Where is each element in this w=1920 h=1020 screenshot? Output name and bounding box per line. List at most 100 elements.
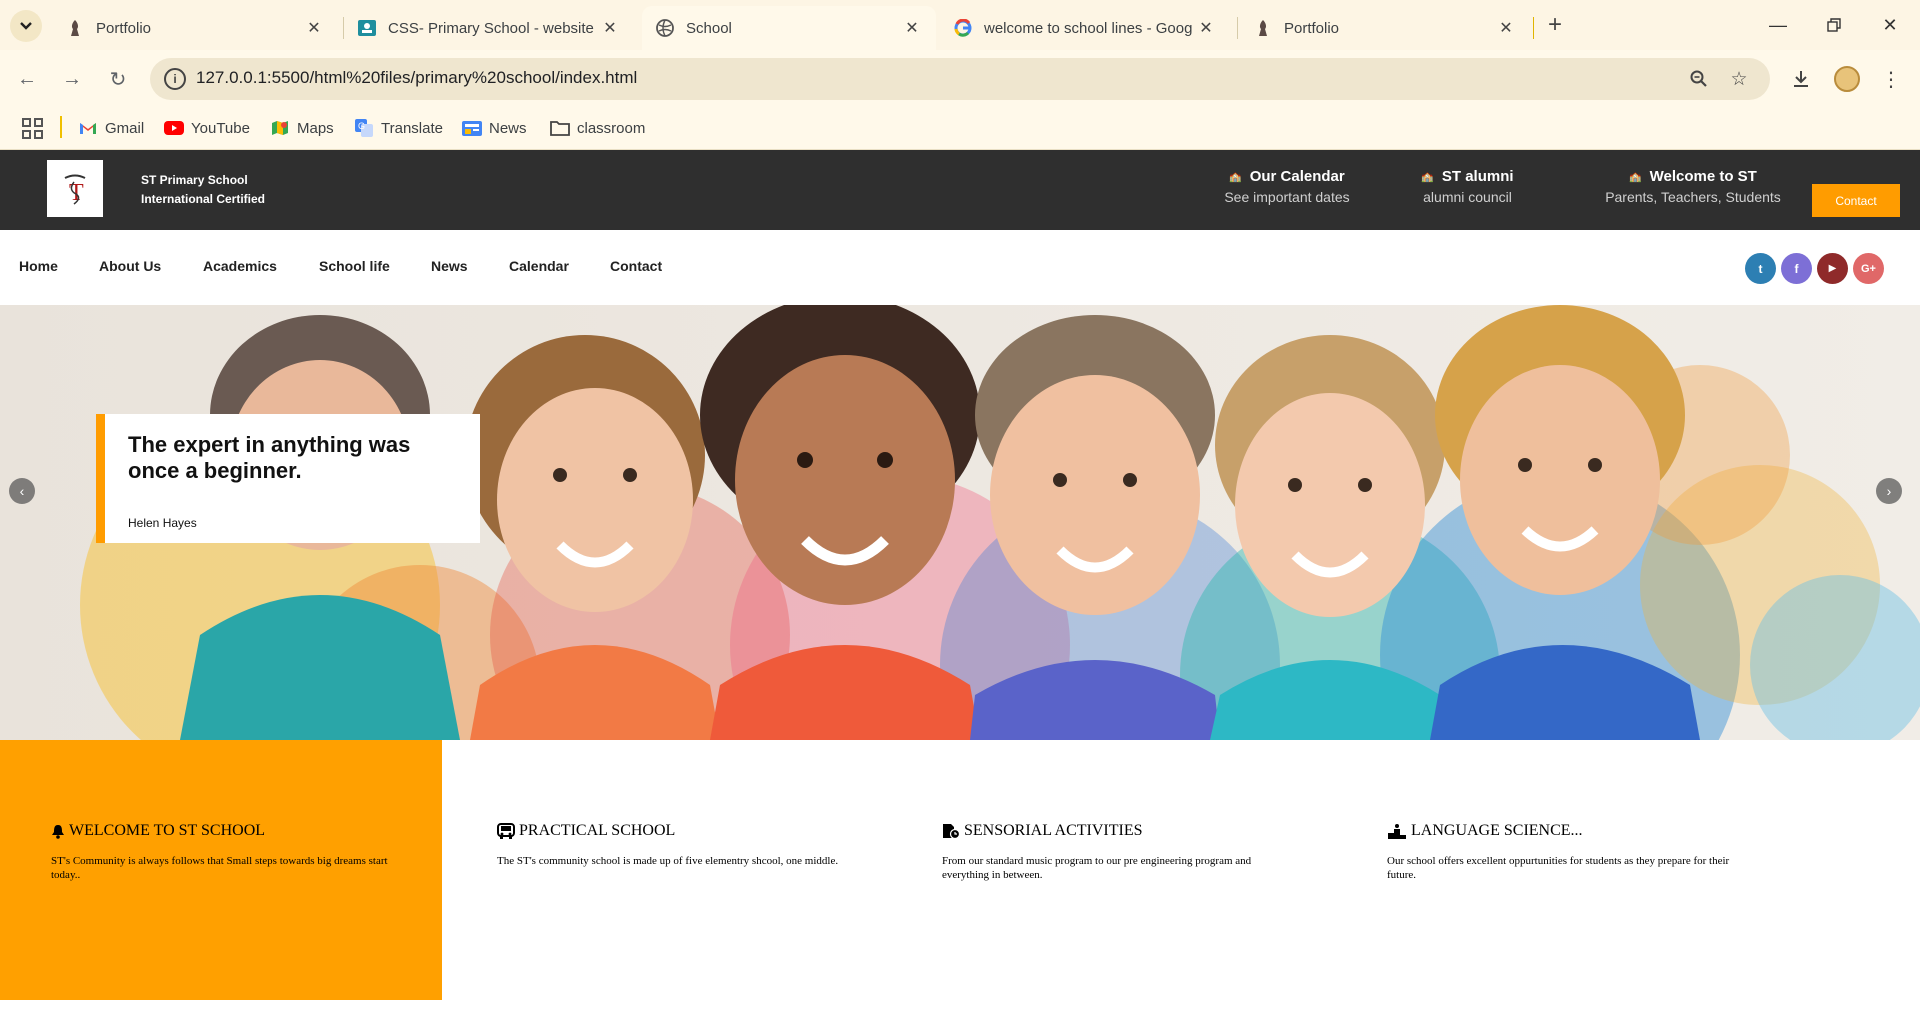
school-name: ST Primary School <box>141 173 248 187</box>
feature-welcome: WELCOME TO ST SCHOOL ST's Community is a… <box>51 822 411 882</box>
url-text[interactable]: 127.0.0.1:5500/html%20files/primary%20sc… <box>196 68 637 88</box>
feature-title: LANGUAGE SCIENCE... <box>1411 822 1583 839</box>
nav-contact[interactable]: Contact <box>610 258 662 274</box>
bookmark-gmail[interactable]: Gmail <box>78 116 144 140</box>
close-icon[interactable]: ✕ <box>304 18 324 38</box>
tab-title: welcome to school lines - Goog <box>984 19 1193 37</box>
bell-icon <box>51 824 65 839</box>
bookmark-label: Translate <box>381 119 443 137</box>
bookmark-maps[interactable]: Maps <box>270 116 334 140</box>
bookmark-translate[interactable]: G Translate <box>354 116 443 140</box>
facebook-glyph: f <box>1794 261 1799 276</box>
school-icon: 🏫 <box>1421 171 1434 183</box>
site-navigation <box>0 230 1920 305</box>
bookmark-label: News <box>489 119 527 137</box>
school-subtitle: International Certified <box>141 192 266 206</box>
nav-about-us[interactable]: About Us <box>99 258 161 274</box>
header-welcome-info[interactable]: 🏫 Welcome to ST Parents, Teachers, Studen… <box>1600 168 1786 205</box>
contact-button[interactable]: Contact <box>1812 184 1900 217</box>
close-icon[interactable]: ✕ <box>902 18 922 38</box>
header-info-sub: See important dates <box>1224 189 1350 205</box>
feature-practical-school: PRACTICAL SCHOOL The ST's community scho… <box>497 822 857 868</box>
browser-tab[interactable]: Portfolio ✕ <box>52 6 338 50</box>
browser-tab-active[interactable]: School ✕ <box>642 6 936 50</box>
twitter-icon[interactable]: t <box>1745 253 1776 284</box>
chevron-left-icon: ‹ <box>19 483 25 499</box>
bookmark-label: Maps <box>297 119 334 137</box>
twitter-glyph: t <box>1758 261 1763 276</box>
globe-icon <box>656 19 674 37</box>
tab-divider <box>1237 17 1238 39</box>
folder-icon <box>550 119 570 137</box>
close-icon[interactable]: ✕ <box>600 18 620 38</box>
bookmark-news[interactable]: News <box>462 116 527 140</box>
header-alumni-info[interactable]: 🏫 ST alumni alumni council <box>1405 168 1530 205</box>
youtube-icon <box>164 119 184 137</box>
profile-avatar[interactable] <box>1834 66 1860 92</box>
minimize-button[interactable]: — <box>1758 10 1798 40</box>
site-info-icon[interactable]: i <box>164 68 186 90</box>
feature-text: Our school offers excellent oppurtunitie… <box>1387 855 1730 881</box>
download-icon[interactable] <box>1786 64 1816 94</box>
reload-button[interactable]: ↻ <box>103 64 133 94</box>
svg-text:G: G <box>358 121 365 131</box>
school-icon: 🏫 <box>1229 171 1242 183</box>
school-icon: 🏫 <box>1629 171 1642 183</box>
maps-icon <box>270 119 290 137</box>
nav-home[interactable]: Home <box>19 258 58 274</box>
tab-search-button[interactable] <box>10 10 42 42</box>
nav-calendar[interactable]: Calendar <box>509 258 569 274</box>
tab-title: CSS- Primary School - website <box>388 19 594 37</box>
youtube-icon[interactable]: ▶ <box>1817 253 1848 284</box>
tab-title: Portfolio <box>1284 19 1340 37</box>
bookmark-label: Gmail <box>105 119 145 137</box>
bookmark-star-icon[interactable]: ☆ <box>1726 66 1752 92</box>
zoom-icon[interactable] <box>1686 66 1712 92</box>
browser-tab[interactable]: Portfolio ✕ <box>1240 6 1530 50</box>
close-icon[interactable]: ✕ <box>1196 18 1216 38</box>
header-info-sub: alumni council <box>1423 189 1512 205</box>
browser-menu-icon[interactable]: ⋮ <box>1876 64 1906 94</box>
bookmark-label: classroom <box>577 119 646 137</box>
podium-icon <box>1387 823 1407 839</box>
bookmark-classroom-folder[interactable]: classroom <box>550 116 645 140</box>
back-button[interactable]: ← <box>12 64 42 94</box>
header-info-title: ST alumni <box>1441 168 1514 185</box>
news-icon <box>462 119 482 137</box>
figure-icon <box>66 19 84 37</box>
school-logo[interactable]: T <box>47 160 103 217</box>
facebook-icon[interactable]: f <box>1781 253 1812 284</box>
close-window-button[interactable]: ✕ <box>1870 10 1910 40</box>
header-info-title: Welcome to ST <box>1649 168 1757 185</box>
nav-academics[interactable]: Academics <box>203 258 277 274</box>
feature-title: PRACTICAL SCHOOL <box>519 822 676 839</box>
tab-title: Portfolio <box>96 19 152 37</box>
nav-news[interactable]: News <box>431 258 468 274</box>
carousel-prev-button[interactable]: ‹ <box>9 478 35 504</box>
tab-title: School <box>686 19 732 37</box>
gmail-icon <box>78 119 98 137</box>
apps-grid-icon[interactable] <box>20 116 44 140</box>
feature-sensorial-activities: SENSORIAL ACTIVITIES From our standard m… <box>942 822 1302 882</box>
chevron-down-icon <box>20 22 32 30</box>
figure-icon <box>1254 19 1272 37</box>
browser-tab[interactable]: CSS- Primary School - website ✕ <box>344 6 634 50</box>
google-plus-glyph: G+ <box>1861 262 1876 275</box>
browser-tab[interactable]: welcome to school lines - Goog ✕ <box>940 6 1230 50</box>
header-info-sub: Parents, Teachers, Students <box>1605 189 1781 205</box>
carousel-next-button[interactable]: › <box>1876 478 1902 504</box>
close-icon[interactable]: ✕ <box>1496 18 1516 38</box>
header-calendar-info[interactable]: 🏫 Our Calendar See important dates <box>1212 168 1362 205</box>
hero-quote-author: Helen Hayes <box>128 516 197 530</box>
bookmark-label: YouTube <box>191 119 250 137</box>
restore-button[interactable] <box>1814 10 1854 40</box>
forward-button[interactable]: → <box>57 64 87 94</box>
feature-text: From our standard music program to our p… <box>942 855 1252 881</box>
bookmark-youtube[interactable]: YouTube <box>164 116 250 140</box>
google-plus-icon[interactable]: G+ <box>1853 253 1884 284</box>
feature-language-science: LANGUAGE SCIENCE... Our school offers ex… <box>1387 822 1747 882</box>
nav-school-life[interactable]: School life <box>319 258 390 274</box>
header-info-title: Our Calendar <box>1249 168 1345 185</box>
logo-emblem-icon: T <box>64 174 86 206</box>
new-tab-button[interactable]: + <box>1541 12 1569 40</box>
